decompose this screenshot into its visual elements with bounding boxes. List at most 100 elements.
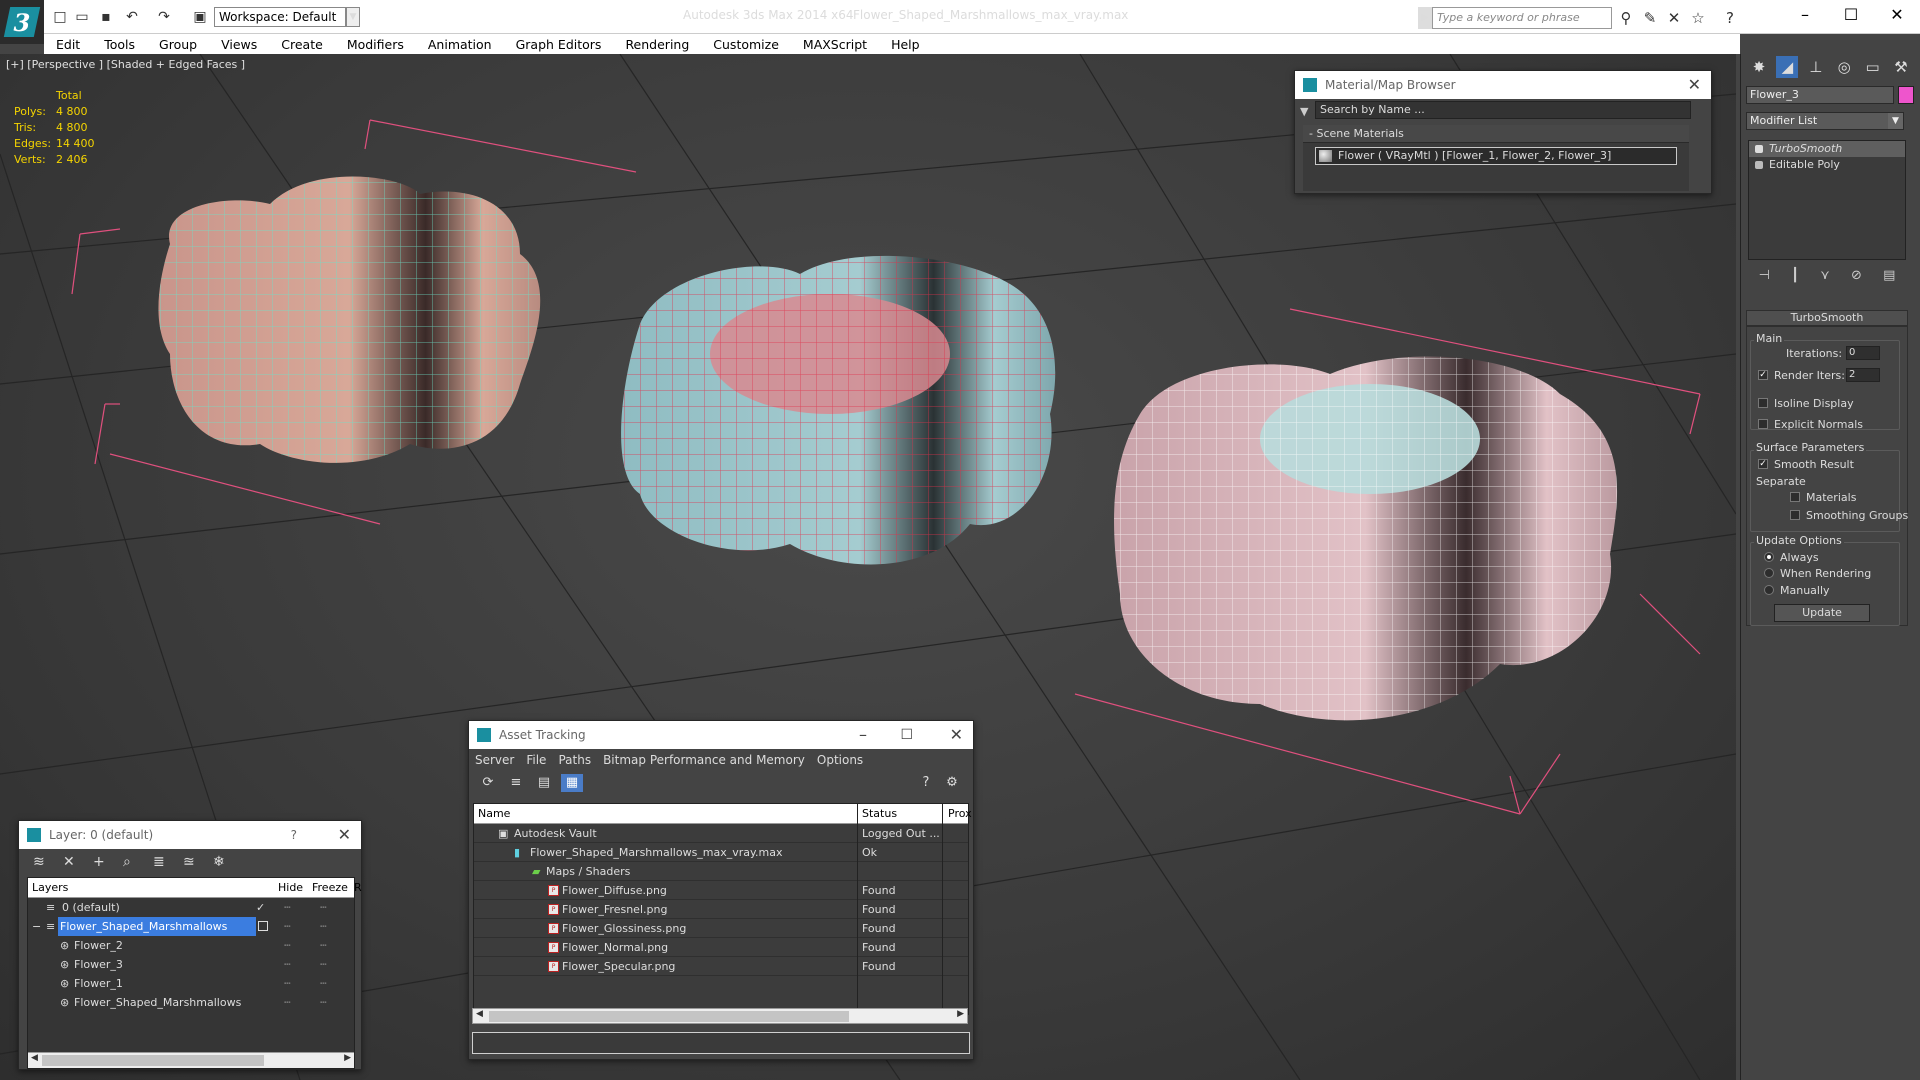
hide-toggle[interactable]: ┄ [284, 974, 291, 993]
col-status[interactable]: Status [862, 804, 897, 824]
scroll-right-icon[interactable]: ▶ [344, 1053, 351, 1063]
layer-row[interactable]: ≡ 0 (default) ✓ ┄ ┄ [28, 898, 354, 917]
menu-group[interactable]: Group [147, 37, 209, 52]
menu-animation[interactable]: Animation [416, 37, 504, 52]
freeze-toggle[interactable]: ┄ [320, 974, 327, 993]
asset-row[interactable]: P Flower_Specular.png Found [474, 957, 968, 976]
scroll-left-icon[interactable]: ◀ [476, 1009, 483, 1019]
workspace-dropdown[interactable]: Workspace: Default [214, 7, 346, 27]
object-color-swatch[interactable] [1898, 86, 1914, 104]
render-iters-spinner[interactable]: 2 [1846, 368, 1880, 382]
update-button[interactable]: Update [1774, 604, 1870, 622]
materials-checkbox[interactable] [1790, 492, 1800, 502]
asset-row[interactable]: P Flower_Fresnel.png Found [474, 900, 968, 919]
manually-radio[interactable] [1764, 585, 1774, 595]
remove-modifier-icon[interactable]: ⊘ [1851, 266, 1862, 286]
viewport-label[interactable]: [+] [Perspective ] [Shaded + Edged Faces… [6, 58, 245, 71]
new-layer-icon[interactable]: ≋ [33, 854, 63, 870]
search-expand-icon[interactable]: ▶ [1418, 7, 1432, 29]
layer-row[interactable]: ⊛ Flower_3 ┄ ┄ [28, 955, 354, 974]
col-proxy[interactable]: Prox [948, 804, 972, 824]
material-browser-titlebar[interactable]: Material/Map Browser ✕ [1295, 71, 1711, 99]
asset-tracking-titlebar[interactable]: Asset Tracking – ☐ ✕ [469, 721, 973, 749]
hide-toggle[interactable]: ┄ [284, 993, 291, 1012]
make-unique-icon[interactable]: ⋎ [1820, 266, 1830, 286]
binoculars-icon[interactable]: ⚲ [1616, 8, 1636, 28]
menu-server[interactable]: Server [475, 753, 514, 767]
scroll-left-icon[interactable]: ◀ [31, 1053, 38, 1063]
minimize-icon[interactable]: – [859, 721, 867, 749]
project-folder-icon[interactable]: ▣ [190, 7, 210, 27]
material-item[interactable]: Flower ( VRayMtl ) [Flower_1, Flower_2, … [1315, 147, 1677, 165]
search-input[interactable]: Type a keyword or phrase [1432, 7, 1612, 29]
undo-icon[interactable]: ↶ [122, 7, 142, 27]
menu-modifiers[interactable]: Modifiers [335, 37, 416, 52]
object-name-field[interactable]: Flower_3 [1746, 86, 1894, 104]
menu-views[interactable]: Views [209, 37, 269, 52]
layer-panel-titlebar[interactable]: Layer: 0 (default) ? ✕ [19, 821, 361, 849]
chevron-down-icon[interactable]: ▼ [346, 7, 360, 27]
expand-icon[interactable] [1755, 161, 1763, 169]
menu-tools[interactable]: Tools [92, 37, 147, 52]
layer-row[interactable]: − ≡ Flower_Shaped_Marshmallows ┄ ┄ [28, 917, 354, 936]
col-layers[interactable]: Layers [32, 878, 68, 898]
configure-sets-icon[interactable]: ▤ [1883, 266, 1895, 286]
modify-tab-icon[interactable]: ◢ [1776, 56, 1799, 78]
display-tab-icon[interactable]: ▭ [1862, 56, 1884, 78]
maximize-icon[interactable]: ☐ [1828, 0, 1874, 30]
menu-file[interactable]: File [526, 753, 546, 767]
asset-row[interactable]: ▰ Maps / Shaders [474, 862, 968, 881]
scene-materials-header[interactable]: - Scene Materials [1303, 125, 1689, 143]
close-icon[interactable]: ✕ [950, 721, 963, 749]
menu-graph-editors[interactable]: Graph Editors [504, 37, 614, 52]
close-icon[interactable]: ✕ [1874, 0, 1920, 30]
layer-row[interactable]: ⊛ Flower_Shaped_Marshmallows ┄ ┄ [28, 993, 354, 1012]
asset-row[interactable]: P Flower_Normal.png Found [474, 938, 968, 957]
col-hide[interactable]: Hide [278, 878, 303, 898]
turbosmooth-rollout-header[interactable]: TurboSmooth [1746, 310, 1908, 326]
hierarchy-tab-icon[interactable]: ⊥ [1805, 56, 1827, 78]
settings-icon[interactable]: ⚙ [941, 774, 963, 792]
horizontal-scrollbar[interactable]: ◀ ▶ [472, 1008, 968, 1024]
refresh-icon[interactable]: ⟳ [477, 774, 499, 792]
horizontal-scrollbar[interactable]: ◀ ▶ [28, 1052, 354, 1068]
layer-row[interactable]: ⊛ Flower_1 ┄ ┄ [28, 974, 354, 993]
close-icon[interactable]: ✕ [1688, 71, 1701, 99]
menu-maxscript[interactable]: MAXScript [791, 37, 879, 52]
close-icon[interactable]: ✕ [338, 821, 351, 849]
help-icon[interactable]: ? [1720, 8, 1740, 28]
isoline-checkbox[interactable] [1758, 398, 1768, 408]
smoothing-groups-checkbox[interactable] [1790, 510, 1800, 520]
layer-row[interactable]: ⊛ Flower_2 ┄ ┄ [28, 936, 354, 955]
highlight-layer-icon[interactable]: ≣ [153, 854, 183, 870]
asset-row[interactable]: ▣ Autodesk Vault Logged Out ... [474, 824, 968, 843]
hide-toggle[interactable]: ┄ [284, 917, 291, 936]
col-render[interactable]: R [354, 878, 362, 898]
list-view-icon[interactable]: ≡ [505, 774, 527, 792]
help-icon[interactable]: ? [915, 774, 937, 792]
hide-toggle[interactable]: ┄ [284, 936, 291, 955]
pin-stack-icon[interactable]: ⊣ [1759, 266, 1770, 286]
menu-options[interactable]: Options [817, 753, 863, 767]
freeze-toggle[interactable]: ┄ [320, 993, 327, 1012]
help-icon[interactable]: ? [291, 821, 297, 849]
freeze-toggle[interactable]: ┄ [320, 898, 327, 917]
menu-edit[interactable]: Edit [44, 37, 92, 52]
asset-row[interactable]: P Flower_Glossiness.png Found [474, 919, 968, 938]
current-layer-icon[interactable] [258, 921, 268, 931]
table-view-icon[interactable]: ▦ [561, 774, 583, 792]
col-freeze[interactable]: Freeze [312, 878, 348, 898]
menu-bitmap-performance[interactable]: Bitmap Performance and Memory [603, 753, 805, 767]
detail-view-icon[interactable]: ▤ [533, 774, 555, 792]
menu-rendering[interactable]: Rendering [613, 37, 701, 52]
new-file-icon[interactable]: □ [50, 7, 70, 27]
select-layer-objects-icon[interactable]: ⌕ [123, 854, 153, 870]
hide-toggle[interactable]: ┄ [284, 955, 291, 974]
stack-item-turbosmooth[interactable]: TurboSmooth [1749, 141, 1905, 157]
app-logo-button[interactable]: 3 [0, 0, 44, 44]
menu-customize[interactable]: Customize [701, 37, 791, 52]
delete-layer-icon[interactable]: ✕ [63, 854, 93, 870]
add-to-layer-icon[interactable]: + [93, 854, 123, 870]
material-search-input[interactable]: Search by Name ... [1315, 101, 1691, 119]
communication-icon[interactable]: ✕ [1664, 8, 1684, 28]
